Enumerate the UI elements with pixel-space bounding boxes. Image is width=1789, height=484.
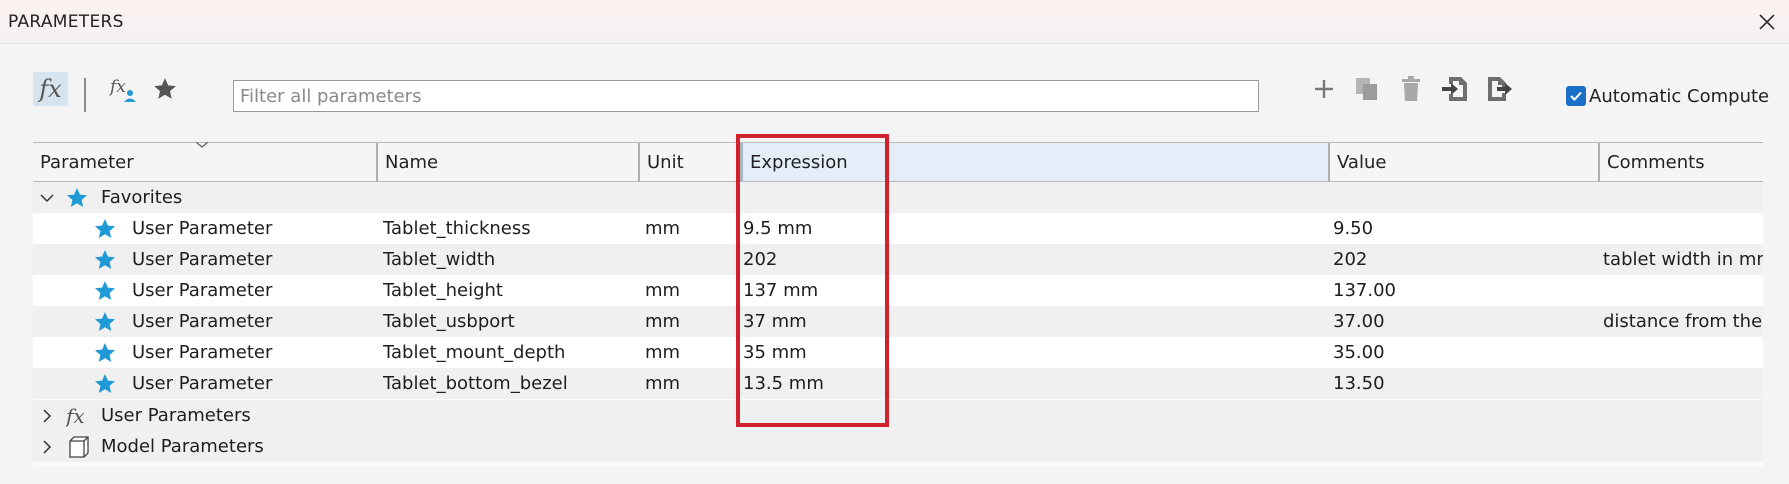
star-icon — [95, 218, 115, 238]
comment-cell[interactable]: tablet width in mm — [1603, 244, 1763, 275]
collapse-favorites-button[interactable] — [35, 182, 59, 213]
export-icon — [1488, 77, 1512, 101]
name-cell[interactable]: Tablet_width — [383, 244, 638, 275]
import-button[interactable] — [1440, 72, 1470, 106]
expand-user-parameters-button[interactable] — [35, 400, 59, 431]
user-parameter-fx-icon: fx — [108, 77, 136, 102]
fx-icon: 𝑓𝑥 — [39, 75, 62, 103]
value-cell: 35.00 — [1333, 342, 1385, 363]
group-label: Model Parameters — [101, 436, 264, 457]
column-header-comments[interactable]: Comments — [1600, 143, 1763, 181]
parameter-cell: User Parameter — [132, 218, 273, 239]
comment-cell[interactable] — [1603, 337, 1763, 368]
column-header-name[interactable]: Name — [378, 143, 640, 181]
expression-column-highlight — [736, 134, 889, 427]
star-icon — [95, 373, 115, 393]
star-icon — [95, 311, 115, 331]
unit-cell[interactable]: mm — [645, 306, 735, 337]
column-header-value[interactable]: Value — [1330, 143, 1600, 181]
add-parameter-button[interactable] — [1309, 72, 1339, 106]
unit-cell[interactable] — [645, 244, 735, 275]
value-cell: 37.00 — [1333, 311, 1385, 332]
star-icon — [95, 280, 115, 300]
sort-caret-icon — [195, 142, 209, 148]
table-row[interactable]: User Parameter Tablet_width 202 202 tablet w… — [33, 244, 1763, 275]
table-row[interactable]: User Parameter Tablet_height mm 137 mm 137.0… — [33, 275, 1763, 306]
star-icon — [95, 342, 115, 362]
parameter-cell: User Parameter — [132, 342, 273, 363]
table-row[interactable]: User Parameter Tablet_usbport mm 37 mm 37.00… — [33, 306, 1763, 337]
trash-icon — [1402, 76, 1420, 101]
parameter-cell: User Parameter — [132, 280, 273, 301]
chevron-down-icon — [40, 193, 54, 202]
checkmark-icon — [1570, 91, 1582, 101]
chevron-right-icon — [43, 439, 52, 454]
value-cell: 137.00 — [1333, 280, 1396, 301]
comment-cell[interactable]: distance from the b — [1603, 306, 1763, 337]
toolbar: 𝑓𝑥 fx Filter all parameters Automatic Co… — [0, 72, 1789, 122]
name-cell[interactable]: Tablet_bottom_bezel — [383, 368, 638, 399]
comment-cell[interactable] — [1603, 213, 1763, 244]
copy-icon — [1356, 78, 1377, 100]
table-row[interactable]: User Parameter Tablet_mount_depth mm 35 mm 3… — [33, 337, 1763, 368]
close-button[interactable] — [1753, 8, 1781, 36]
automatic-compute-toggle[interactable]: Automatic Compute — [1566, 82, 1769, 110]
unit-cell[interactable]: mm — [645, 368, 735, 399]
group-label: Favorites — [101, 187, 183, 208]
name-cell[interactable]: Tablet_thickness — [383, 213, 638, 244]
group-row-favorites[interactable]: Favorites — [33, 182, 1763, 213]
column-header-unit[interactable]: Unit — [640, 143, 741, 181]
fx-icon: 𝑓𝑥 — [66, 403, 85, 428]
comment-cell[interactable] — [1603, 275, 1763, 306]
group-label: User Parameters — [101, 405, 251, 426]
value-cell: 9.50 — [1333, 218, 1374, 239]
export-button[interactable] — [1484, 72, 1514, 106]
delete-parameter-button[interactable] — [1396, 72, 1426, 106]
group-row-user-parameters[interactable]: 𝑓𝑥 User Parameters — [33, 400, 1763, 431]
fx-view-button[interactable]: 𝑓𝑥 — [33, 72, 68, 106]
parameters-table: Parameter Name Unit Expression Value Com… — [33, 142, 1763, 467]
favorites-view-button[interactable] — [148, 72, 182, 106]
title-bar: PARAMETERS — [0, 0, 1789, 44]
table-row[interactable]: User Parameter Tablet_thickness mm 9.5 mm 9.… — [33, 213, 1763, 244]
expand-model-parameters-button[interactable] — [35, 431, 59, 462]
filter-parameters-input[interactable] — [233, 80, 1259, 112]
cube-icon — [69, 435, 89, 458]
svg-text:fx: fx — [108, 77, 126, 97]
column-header-parameter[interactable]: Parameter — [33, 142, 378, 181]
close-icon — [1759, 14, 1775, 30]
table-header: Parameter Name Unit Expression Value Com… — [33, 142, 1763, 182]
star-icon — [67, 187, 87, 207]
import-icon — [1442, 77, 1467, 101]
plus-icon — [1315, 80, 1333, 98]
group-row-model-parameters[interactable]: Model Parameters — [33, 431, 1763, 462]
user-parameters-view-button[interactable]: fx — [104, 72, 140, 106]
table-row[interactable]: User Parameter Tablet_bottom_bezel mm 13.5 … — [33, 368, 1763, 399]
comment-cell[interactable] — [1603, 368, 1763, 399]
toolbar-separator — [84, 78, 86, 112]
star-icon — [95, 249, 115, 269]
automatic-compute-label: Automatic Compute — [1589, 85, 1770, 107]
value-cell: 202 — [1333, 249, 1368, 270]
window-title: PARAMETERS — [8, 12, 124, 32]
name-cell[interactable]: Tablet_height — [383, 275, 638, 306]
name-cell[interactable]: Tablet_mount_depth — [383, 337, 638, 368]
chevron-right-icon — [43, 408, 52, 423]
unit-cell[interactable]: mm — [645, 213, 735, 244]
parameter-cell: User Parameter — [132, 311, 273, 332]
automatic-compute-checkbox[interactable] — [1566, 86, 1586, 106]
star-icon — [154, 78, 176, 99]
unit-cell[interactable]: mm — [645, 275, 735, 306]
parameter-cell: User Parameter — [132, 249, 273, 270]
copy-parameter-button[interactable] — [1352, 72, 1382, 106]
value-cell: 13.50 — [1333, 373, 1385, 394]
unit-cell[interactable]: mm — [645, 337, 735, 368]
name-cell[interactable]: Tablet_usbport — [383, 306, 638, 337]
parameter-cell: User Parameter — [132, 373, 273, 394]
